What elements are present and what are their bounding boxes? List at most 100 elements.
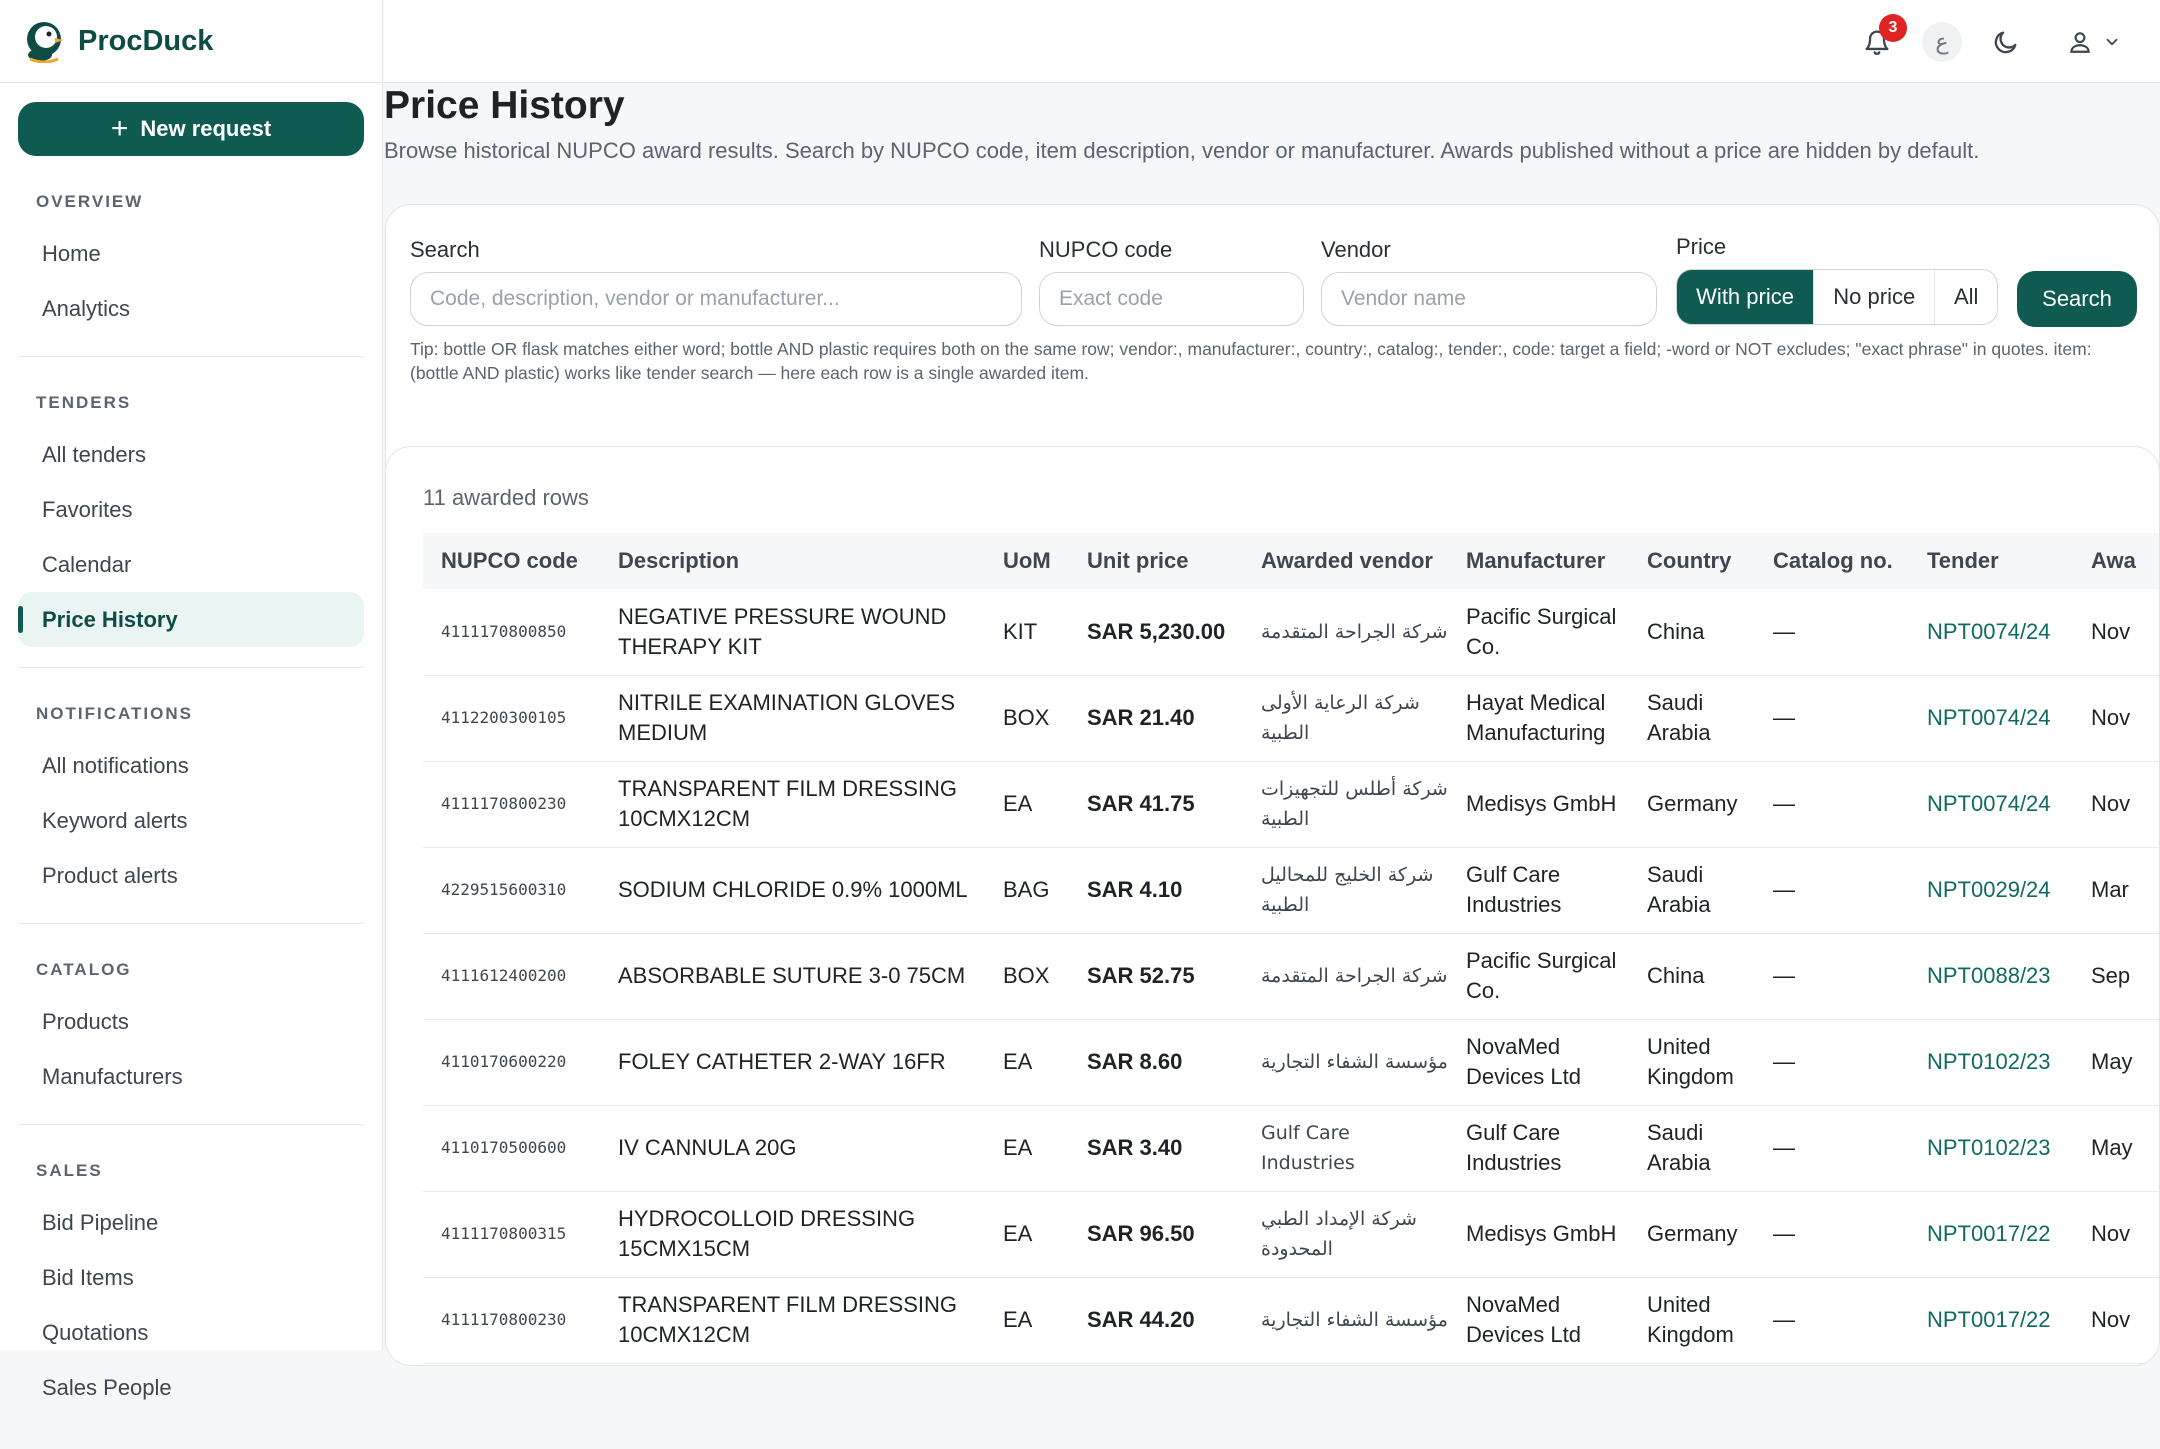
column-header-uom[interactable]: UoM xyxy=(985,533,1069,589)
sidebar-item-sales-people[interactable]: Sales People xyxy=(18,1360,364,1415)
search-button[interactable]: Search xyxy=(2017,271,2137,327)
sidebar-item-bid-items[interactable]: Bid Items xyxy=(18,1250,364,1305)
vendor-input[interactable] xyxy=(1321,272,1657,326)
column-header-award-date[interactable]: Awa xyxy=(2073,533,2159,589)
table-row[interactable]: 4111170800230 TRANSPARENT FILM DRESSING 1… xyxy=(423,761,2159,848)
sidebar-item-product-alerts[interactable]: Product alerts xyxy=(18,848,364,903)
table-row[interactable]: 4112200300105 NITRILE EXAMINATION GLOVES … xyxy=(423,675,2159,762)
tender-link[interactable]: NPT0102/23 xyxy=(1909,1019,2073,1106)
cell-unit-price: SAR 96.50 xyxy=(1069,1191,1243,1278)
table-row[interactable]: 4111170800850 NEGATIVE PRESSURE WOUND THE… xyxy=(423,589,2159,676)
table-header-row: NUPCO code Description UoM Unit price Aw… xyxy=(423,533,2159,589)
price-option-all[interactable]: All xyxy=(1935,270,1997,324)
sidebar-nav: OVERVIEW Home Analytics TENDERS All tend… xyxy=(18,170,364,1449)
cell-manufacturer: Medisys GmbH xyxy=(1448,1191,1629,1278)
cell-awarded-vendor: Gulf Care Industries xyxy=(1243,1105,1448,1192)
column-header-unit-price[interactable]: Unit price xyxy=(1069,533,1243,589)
table-row[interactable]: 4110170600220 FOLEY CATHETER 2-WAY 16FR EA… xyxy=(423,1019,2159,1106)
results-table-wrapper[interactable]: NUPCO code Description UoM Unit price Aw… xyxy=(423,533,2159,1364)
cell-catalog-no: — xyxy=(1755,847,1909,934)
tender-link[interactable]: NPT0088/23 xyxy=(1909,933,2073,1020)
cell-awarded-vendor: شركة الرعاية الأولى الطبية xyxy=(1243,675,1448,762)
notification-count-badge: 3 xyxy=(1879,14,1907,42)
cell-unit-price: SAR 5,230.00 xyxy=(1069,589,1243,676)
table-row[interactable]: 4110170500600 IV CANNULA 20G EA SAR 3.40 Gul… xyxy=(423,1105,2159,1192)
cell-unit-price: SAR 44.20 xyxy=(1069,1277,1243,1364)
column-header-nupco-code[interactable]: NUPCO code xyxy=(423,533,600,589)
cell-manufacturer: Hayat Medical Manufacturing xyxy=(1448,675,1629,762)
theme-toggle[interactable] xyxy=(1986,22,2026,62)
notifications-button[interactable]: 3 xyxy=(1857,14,1907,62)
table-row[interactable]: 4111170800315 HYDROCOLLOID DRESSING 15CMX… xyxy=(423,1191,2159,1278)
cell-awarded-vendor: شركة أطلس للتجهيزات الطبية xyxy=(1243,761,1448,848)
vendor-label: Vendor xyxy=(1321,237,1391,262)
cell-nupco-code: 4111170800230 xyxy=(423,761,600,848)
nav-section-sales: SALES Bid Pipeline Bid Items Quotations … xyxy=(18,1139,364,1435)
nav-section-tenders: TENDERS All tenders Favorites Calendar P… xyxy=(18,371,364,668)
tender-link[interactable]: NPT0029/24 xyxy=(1909,847,2073,934)
new-request-button[interactable]: + New request xyxy=(18,102,364,156)
cell-unit-price: SAR 4.10 xyxy=(1069,847,1243,934)
nav-heading: CATALOG xyxy=(36,960,132,979)
search-tip: Tip: bottle OR flask matches either word… xyxy=(410,339,2092,383)
cell-manufacturer: NovaMed Devices Ltd xyxy=(1448,1277,1629,1364)
tender-link[interactable]: NPT0074/24 xyxy=(1909,589,2073,676)
page-title: Price History xyxy=(384,84,625,127)
cell-uom: EA xyxy=(985,1105,1069,1192)
cell-description: TRANSPARENT FILM DRESSING 10CMX12CM xyxy=(600,1277,985,1364)
nupco-code-input[interactable] xyxy=(1039,272,1304,326)
sidebar-item-manufacturers[interactable]: Manufacturers xyxy=(18,1049,364,1104)
tender-link[interactable]: NPT0017/22 xyxy=(1909,1191,2073,1278)
price-option-with-price[interactable]: With price xyxy=(1677,270,1815,324)
cell-uom: BOX xyxy=(985,675,1069,762)
sidebar-item-calendar[interactable]: Calendar xyxy=(18,537,364,592)
sidebar-item-all-notifications[interactable]: All notifications xyxy=(18,738,364,793)
table-row[interactable]: 4111170800230 TRANSPARENT FILM DRESSING 1… xyxy=(423,1277,2159,1364)
column-header-country[interactable]: Country xyxy=(1629,533,1755,589)
tender-link[interactable]: NPT0074/24 xyxy=(1909,675,2073,762)
sidebar-item-analytics[interactable]: Analytics xyxy=(18,281,364,336)
sidebar-item-quotations[interactable]: Quotations xyxy=(18,1305,364,1360)
results-card: 11 awarded rows NUPCO code Description U… xyxy=(385,446,2160,1366)
column-header-manufacturer[interactable]: Manufacturer xyxy=(1448,533,1629,589)
nav-section-catalog: CATALOG Products Manufacturers xyxy=(18,938,364,1125)
sidebar-item-price-history[interactable]: Price History xyxy=(18,592,364,647)
column-header-tender[interactable]: Tender xyxy=(1909,533,2073,589)
language-toggle[interactable]: ع xyxy=(1922,22,1962,62)
column-header-description[interactable]: Description xyxy=(600,533,985,589)
moon-icon xyxy=(1994,31,2017,54)
table-row[interactable]: 4229515600310 SODIUM CHLORIDE 0.9% 1000ML… xyxy=(423,847,2159,934)
cell-uom: BOX xyxy=(985,933,1069,1020)
nav-heading: TENDERS xyxy=(36,393,132,412)
cell-manufacturer: Pacific Surgical Co. xyxy=(1448,933,1629,1020)
column-header-awarded-vendor[interactable]: Awarded vendor xyxy=(1243,533,1448,589)
search-input[interactable] xyxy=(410,272,1022,326)
sidebar-item-home[interactable]: Home xyxy=(18,226,364,281)
table-row[interactable]: 4111612400200 ABSORBABLE SUTURE 3-0 75CM B… xyxy=(423,933,2159,1020)
nav-heading: OVERVIEW xyxy=(36,192,144,211)
column-header-catalog-no[interactable]: Catalog no. xyxy=(1755,533,1909,589)
tender-link[interactable]: NPT0074/24 xyxy=(1909,761,2073,848)
cell-uom: EA xyxy=(985,1019,1069,1106)
sidebar-item-bid-pipeline[interactable]: Bid Pipeline xyxy=(18,1195,364,1250)
sidebar-item-products[interactable]: Products xyxy=(18,994,364,1049)
cell-catalog-no: — xyxy=(1755,675,1909,762)
nav-section-notifications: NOTIFICATIONS All notifications Keyword … xyxy=(18,682,364,924)
cell-nupco-code: 4111612400200 xyxy=(423,933,600,1020)
cell-nupco-code: 4111170800850 xyxy=(423,589,600,676)
cell-award-date: May xyxy=(2073,1105,2159,1192)
tender-link[interactable]: NPT0102/23 xyxy=(1909,1105,2073,1192)
user-menu[interactable] xyxy=(2059,22,2129,62)
brand[interactable]: ProcDuck xyxy=(0,0,382,83)
cell-catalog-no: — xyxy=(1755,1105,1909,1192)
sidebar-item-all-tenders[interactable]: All tenders xyxy=(18,427,364,482)
nav-heading: SALES xyxy=(36,1161,103,1180)
price-filter-toggle: With price No price All xyxy=(1676,269,1998,325)
tender-link[interactable]: NPT0017/22 xyxy=(1909,1277,2073,1364)
sidebar-item-keyword-alerts[interactable]: Keyword alerts xyxy=(18,793,364,848)
sidebar-item-favorites[interactable]: Favorites xyxy=(18,482,364,537)
cell-catalog-no: — xyxy=(1755,933,1909,1020)
cell-country: Saudi Arabia xyxy=(1629,847,1755,934)
price-option-no-price[interactable]: No price xyxy=(1814,270,1936,324)
chevron-down-icon xyxy=(2106,38,2118,46)
